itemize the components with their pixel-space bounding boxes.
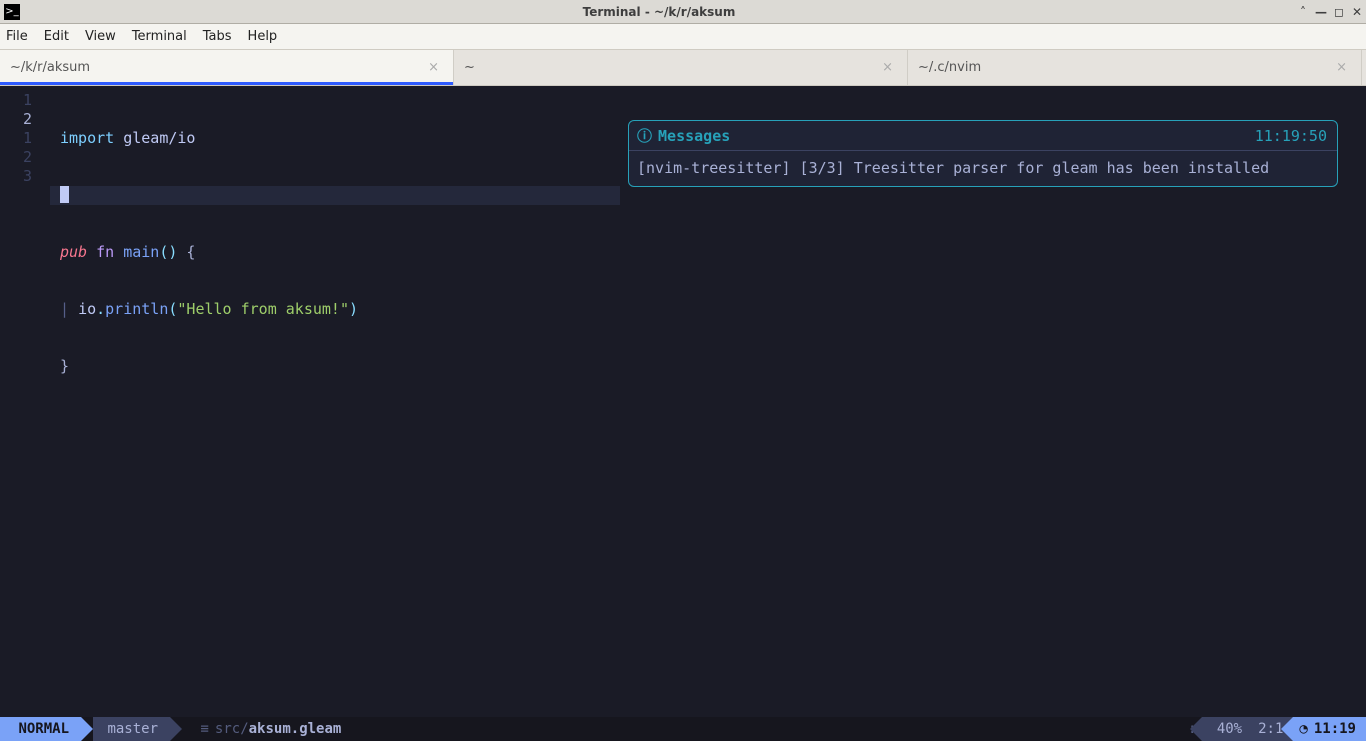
git-branch-name: master <box>107 721 158 737</box>
messages-body: [nvim-treesitter] [3/3] Treesitter parse… <box>629 151 1337 182</box>
window-title: Terminal - ~/k/r/aksum <box>24 5 1294 19</box>
menu-file[interactable]: File <box>6 29 28 44</box>
messages-header: ⓘ Messages 11:19:50 <box>629 123 1337 151</box>
status-filepath: ≡ src/aksum.gleam <box>190 717 351 741</box>
line-number: 1 <box>0 129 50 148</box>
terminal-app-icon: >_ <box>4 4 20 20</box>
messages-time: 11:19:50 <box>1255 127 1327 146</box>
menu-edit[interactable]: Edit <box>44 29 69 44</box>
line-number-current: 2 <box>0 110 50 129</box>
status-spacer <box>351 717 1182 741</box>
info-icon: ⓘ <box>637 127 652 146</box>
tab-3[interactable]: ~/.c/nvim × <box>908 50 1362 85</box>
clock-icon: ◔ <box>1299 721 1307 737</box>
menubar: File Edit View Terminal Tabs Help <box>0 24 1366 50</box>
tab-2[interactable]: ~ × <box>454 50 908 85</box>
code-line: | io.println("Hello from aksum!") <box>50 300 1366 319</box>
clock-time: 11:19 <box>1314 721 1356 737</box>
menu-terminal[interactable]: Terminal <box>132 29 187 44</box>
line-number-gutter: 1 2 1 2 3 <box>0 86 50 717</box>
menu-help[interactable]: Help <box>248 29 278 44</box>
status-git-branch: master <box>93 717 170 741</box>
tab-1-label: ~/k/r/aksum <box>10 60 424 75</box>
maximize-button[interactable]: ◻ <box>1330 5 1348 19</box>
minimize-button[interactable]: — <box>1312 5 1330 19</box>
code-line: pub fn main() { <box>50 243 1366 262</box>
path-dir: src/ <box>215 721 249 737</box>
tab-3-label: ~/.c/nvim <box>918 60 1332 75</box>
line-number: 1 <box>0 91 50 110</box>
status-clock: ◔ 11:19 <box>1293 717 1366 741</box>
status-percent: 40% <box>1202 717 1248 741</box>
tab-3-close-icon[interactable]: × <box>1332 58 1351 77</box>
line-number: 2 <box>0 148 50 167</box>
status-mode: NORMAL <box>0 717 81 741</box>
tab-1-close-icon[interactable]: × <box>424 58 443 77</box>
tabbar: ~/k/r/aksum × ~ × ~/.c/nvim × <box>0 50 1366 86</box>
roll-up-button[interactable]: ˄ <box>1294 5 1312 19</box>
code-line-current <box>50 186 620 205</box>
menu-view[interactable]: View <box>85 29 116 44</box>
code-line: } <box>50 357 1366 376</box>
window-titlebar: >_ Terminal - ~/k/r/aksum ˄ — ◻ ✕ <box>0 0 1366 24</box>
cursor-block <box>60 186 69 203</box>
editor[interactable]: 1 2 1 2 3 import gleam/io pub fn main() … <box>0 86 1366 717</box>
menu-tabs[interactable]: Tabs <box>203 29 232 44</box>
path-filename: aksum.gleam <box>249 721 342 737</box>
tab-1[interactable]: ~/k/r/aksum × <box>0 50 454 85</box>
statusline: NORMAL master ≡ src/aksum.gleam : 40% 2:… <box>0 717 1366 741</box>
messages-popup: ⓘ Messages 11:19:50 [nvim-treesitter] [3… <box>628 120 1338 187</box>
tab-2-label: ~ <box>464 60 878 75</box>
line-number: 3 <box>0 167 50 186</box>
tab-2-close-icon[interactable]: × <box>878 58 897 77</box>
menu-icon: ≡ <box>200 721 208 737</box>
close-window-button[interactable]: ✕ <box>1348 5 1366 19</box>
messages-title: Messages <box>658 127 1255 146</box>
